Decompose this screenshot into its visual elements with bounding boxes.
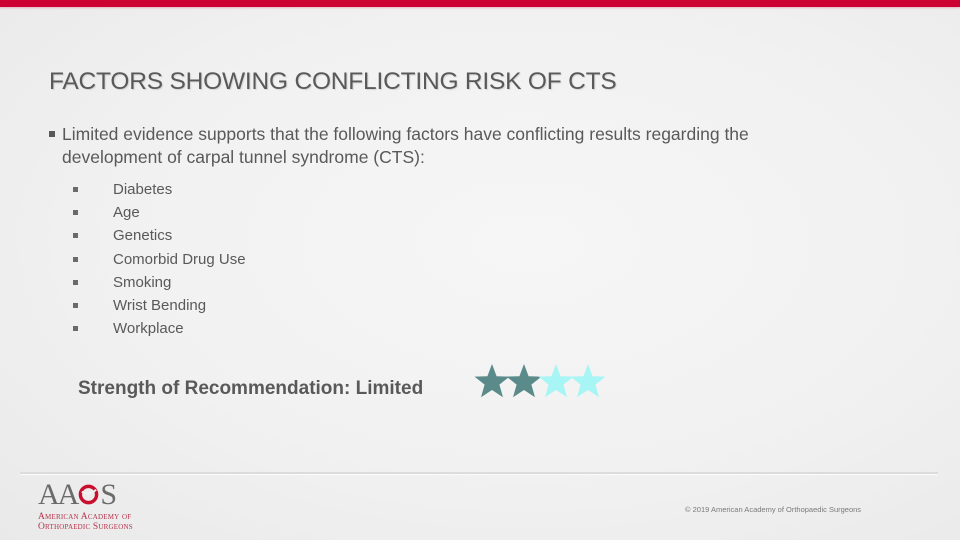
slide-title: FACTORS SHOWING CONFLICTING RISK OF CTS xyxy=(49,68,617,95)
top-accent-bar xyxy=(0,0,960,7)
main-bullet: Limited evidence supports that the follo… xyxy=(48,123,848,169)
bullet-marker xyxy=(73,326,78,332)
star-filled-icon xyxy=(474,364,510,398)
aaos-logo: AA S American Academy of Orthopaedic Sur… xyxy=(38,478,168,533)
star-filled-icon xyxy=(506,364,542,398)
copyright-notice: © 2019 American Academy of Orthopaedic S… xyxy=(685,505,862,514)
factor-label: Diabetes xyxy=(113,181,173,198)
logo-wordmark-right: S xyxy=(100,478,117,511)
star-empty-icon xyxy=(570,364,606,398)
bullet-marker xyxy=(49,131,55,137)
logo-line-1: American Academy of xyxy=(38,512,132,522)
footer-divider xyxy=(20,472,938,474)
recommendation-strength: Strength of Recommendation: Limited xyxy=(78,378,424,399)
factor-label: Workplace xyxy=(113,320,184,338)
factor-label: Genetics xyxy=(113,227,173,245)
bullet-marker xyxy=(73,302,78,308)
star-empty-icon xyxy=(538,364,574,398)
logo-ring-icon xyxy=(79,484,99,505)
factor-label: Wrist Bending xyxy=(113,296,207,314)
logo-wordmark-left: AA xyxy=(38,478,79,511)
main-bullet-text: Limited evidence supports that the follo… xyxy=(62,124,749,167)
star-rating xyxy=(474,362,606,402)
bullet-marker xyxy=(73,256,78,262)
bullet-marker xyxy=(73,187,78,192)
bullet-marker xyxy=(73,279,78,285)
bullet-marker xyxy=(73,233,78,239)
logo-line-2: Orthopaedic Surgeons xyxy=(38,522,133,532)
logo-wordmark: AA S xyxy=(38,478,117,511)
bullet-marker xyxy=(73,210,78,216)
factor-label: Smoking xyxy=(113,273,172,291)
factor-label: Comorbid Drug Use xyxy=(113,250,246,268)
factor-label: Age xyxy=(113,204,140,222)
